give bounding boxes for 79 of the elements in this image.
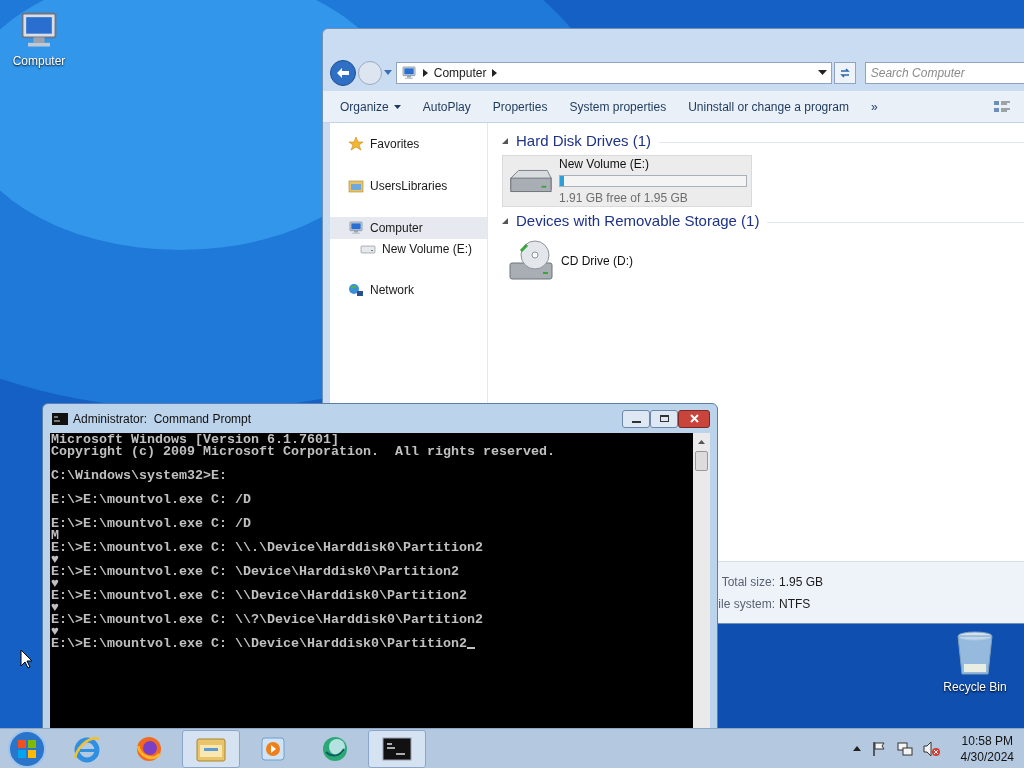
chevron-icon — [492, 69, 498, 77]
network-icon — [348, 282, 364, 298]
dropdown-caret-icon[interactable] — [817, 70, 827, 76]
window-title: Administrator: Command Prompt — [73, 410, 252, 428]
scroll-up-icon[interactable] — [698, 440, 705, 444]
nav-item[interactable]: Favorites — [330, 133, 487, 155]
collapse-triangle-icon[interactable] — [502, 218, 508, 224]
detail-value: 1.95 GB — [779, 573, 824, 591]
close-icon — [689, 414, 699, 423]
console-line: E:\>E:\mountvol.exe C: /D — [51, 494, 251, 506]
console-icon — [382, 736, 412, 761]
group-header: Devices with Removable Storage (1) — [516, 210, 760, 231]
back-button[interactable] — [330, 60, 356, 86]
toolbar-button[interactable]: Properties — [492, 97, 548, 116]
console-line: E:\>E:\mountvol.exe C: \\?\Device\Harddisk0\Partition2 — [51, 614, 483, 626]
mouse-pointer-icon — [20, 649, 33, 669]
computer-icon — [348, 220, 364, 236]
console-line: E:\>E:\mountvol.exe C: \\.\Device\Harddisk0\Partition2 — [51, 542, 483, 554]
minimize-button[interactable] — [622, 409, 650, 428]
show-hidden-icons-icon[interactable] — [852, 746, 861, 751]
free-space-text: 1.91 GB free of 1.95 GB — [559, 190, 689, 207]
flag-icon[interactable] — [870, 740, 887, 757]
console-line: E:\>E:\mountvol.exe C: /D — [51, 518, 251, 530]
nav-item[interactable]: New Volume (E:) — [330, 239, 487, 259]
breadcrumb[interactable]: Computer — [433, 64, 487, 82]
console-line: Microsoft Windows [Version 6.1.7601] — [51, 434, 339, 446]
console-line: ♥ — [51, 602, 59, 614]
console-line: M — [51, 530, 59, 542]
collapse-triangle-icon[interactable] — [502, 138, 508, 144]
star-icon — [348, 136, 364, 152]
drive-name: New Volume (E:) — [559, 156, 651, 173]
console-line: E:\>E:\mountvol.exe C: \Device\Harddisk0\Partition2 — [51, 566, 459, 578]
search-field[interactable]: Search Computer — [864, 62, 1024, 84]
console-line: E:\>E:\mountvol.exe C: \\Device\Harddisk0\Partition2 — [51, 590, 467, 602]
console-line: ♥ — [51, 626, 59, 638]
address-bar[interactable]: Computer — [395, 62, 832, 84]
console-line: ♥ — [51, 554, 59, 566]
network-icon[interactable] — [896, 740, 913, 757]
refresh-button[interactable] — [833, 62, 856, 84]
clock[interactable]: 10:58 PM 4/30/2024 — [960, 732, 1014, 765]
scroll-thumb[interactable] — [695, 451, 708, 471]
view-options-icon[interactable] — [993, 98, 1011, 115]
toolbar-button[interactable]: » — [870, 97, 878, 116]
nav-item[interactable]: Computer — [330, 217, 487, 239]
play-icon — [259, 734, 287, 763]
drive-icon — [360, 244, 376, 254]
group-header: Hard Disk Drives (1) — [516, 130, 651, 151]
console-line: ♥ — [51, 578, 59, 590]
nav-item[interactable]: UsersLibraries — [330, 175, 487, 197]
cd-drive-icon — [507, 239, 555, 283]
nav-item[interactable]: Network — [330, 279, 487, 301]
desktop-icon-label[interactable]: Recycle Bin — [943, 680, 1007, 694]
trash-bin-icon — [955, 630, 995, 678]
toolbar-button[interactable]: AutoPlay — [422, 97, 471, 116]
drive-tile[interactable]: CD Drive (D:) — [502, 235, 752, 287]
toolbar-button[interactable]: Uninstall or change a program — [688, 97, 849, 116]
detail-label: Total size: — [720, 573, 775, 591]
close-button[interactable] — [678, 409, 710, 428]
console-icon — [52, 412, 68, 425]
detail-label: ile system: — [717, 595, 775, 613]
refresh-icon — [838, 67, 851, 79]
speaker-muted-icon[interactable] — [922, 740, 941, 757]
folder-icon — [348, 178, 364, 194]
back-arrow-icon — [335, 67, 350, 79]
console-line: C:\Windows\system32>E: — [51, 470, 227, 482]
maximize-button[interactable] — [650, 409, 678, 428]
chevron-icon — [422, 69, 428, 77]
taskbar-button[interactable] — [368, 729, 426, 768]
start-button[interactable] — [8, 729, 46, 768]
drive-name: CD Drive (D:) — [561, 253, 633, 270]
toolbar-button[interactable]: System properties — [569, 97, 667, 116]
console-line: E:\>E:\mountvol.exe C: \\Device\Harddisk0\Partition2 — [51, 638, 467, 650]
drive-tile[interactable]: New Volume (E:) 1.91 GB free of 1.95 GB — [502, 155, 752, 207]
detail-value: NTFS — [779, 595, 811, 613]
caret-icon — [393, 104, 401, 109]
console-line: Copyright (c) 2009 Microsoft Corporation. All rights reserved. — [51, 446, 555, 458]
toolbar-button[interactable]: Organize — [340, 97, 401, 116]
computer-icon — [400, 65, 417, 81]
windows-flag-icon — [17, 738, 37, 759]
